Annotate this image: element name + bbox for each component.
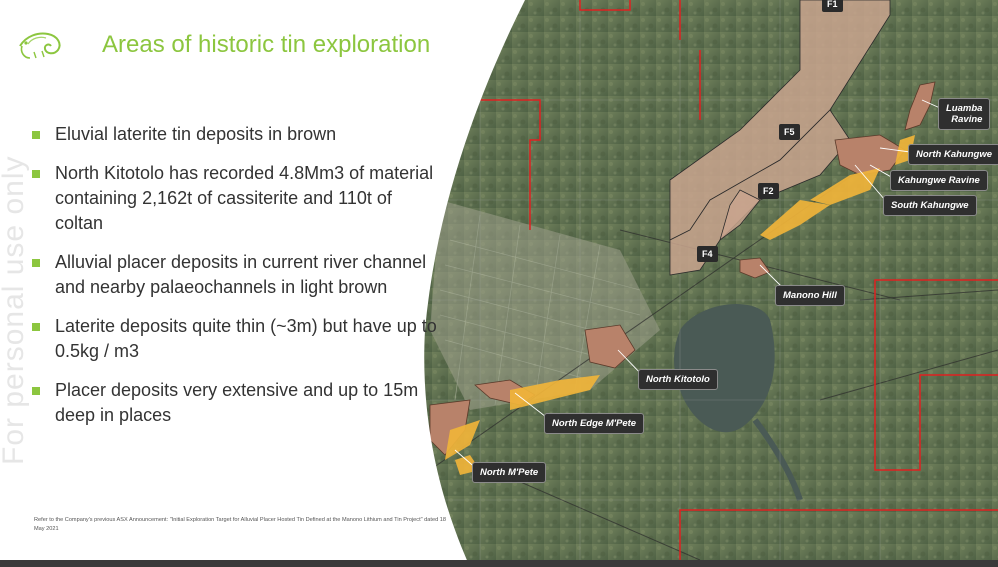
bullet-item: Laterite deposits quite thin (~3m) but h… — [30, 314, 440, 364]
block-label-f2: F2 — [758, 183, 779, 199]
block-label-f5: F5 — [779, 124, 800, 140]
bullet-text: Alluvial placer deposits in current rive… — [55, 252, 427, 297]
slide: For personal use only Areas of historic … — [0, 0, 998, 567]
label-luamba-ravine: Luamba Ravine — [938, 98, 991, 130]
chameleon-logo-icon — [19, 32, 61, 59]
slide-title: Areas of historic tin exploration — [102, 31, 431, 58]
bullet-square-icon — [32, 387, 40, 395]
bullet-text: Placer deposits very extensive and up to… — [55, 380, 419, 425]
bullet-square-icon — [32, 259, 40, 267]
block-label-f1: F1 — [822, 0, 843, 12]
bullet-list: Eluvial laterite tin deposits in brown N… — [30, 122, 440, 442]
bullet-square-icon — [32, 131, 40, 139]
bullet-square-icon — [32, 323, 40, 331]
label-north-mpete: North M'Pete — [472, 462, 547, 483]
bullet-text: North Kitotolo has recorded 4.8Mm3 of ma… — [55, 163, 434, 233]
label-south-kahungwe: South Kahungwe — [883, 195, 977, 216]
bullet-item: Placer deposits very extensive and up to… — [30, 378, 440, 428]
block-label-f4: F4 — [697, 246, 718, 262]
bullet-text: Eluvial laterite tin deposits in brown — [55, 124, 337, 144]
bullet-text: Laterite deposits quite thin (~3m) but h… — [55, 316, 437, 361]
label-north-edge-mpete: North Edge M'Pete — [544, 413, 645, 434]
label-north-kahungwe: North Kahungwe — [908, 144, 998, 165]
bottom-bar — [0, 560, 998, 567]
bullet-item: North Kitotolo has recorded 4.8Mm3 of ma… — [30, 161, 440, 236]
bullet-item: Alluvial placer deposits in current rive… — [30, 250, 440, 300]
watermark-text: For personal use only — [0, 155, 30, 466]
footnote: Refer to the Company's previous ASX Anno… — [34, 517, 446, 532]
label-north-kitotolo: North Kitotolo — [638, 369, 718, 390]
label-manono-hill: Manono Hill — [775, 285, 845, 306]
bullet-item: Eluvial laterite tin deposits in brown — [30, 122, 440, 147]
bullet-square-icon — [32, 170, 40, 178]
label-kahungwe-ravine: Kahungwe Ravine — [890, 170, 988, 191]
